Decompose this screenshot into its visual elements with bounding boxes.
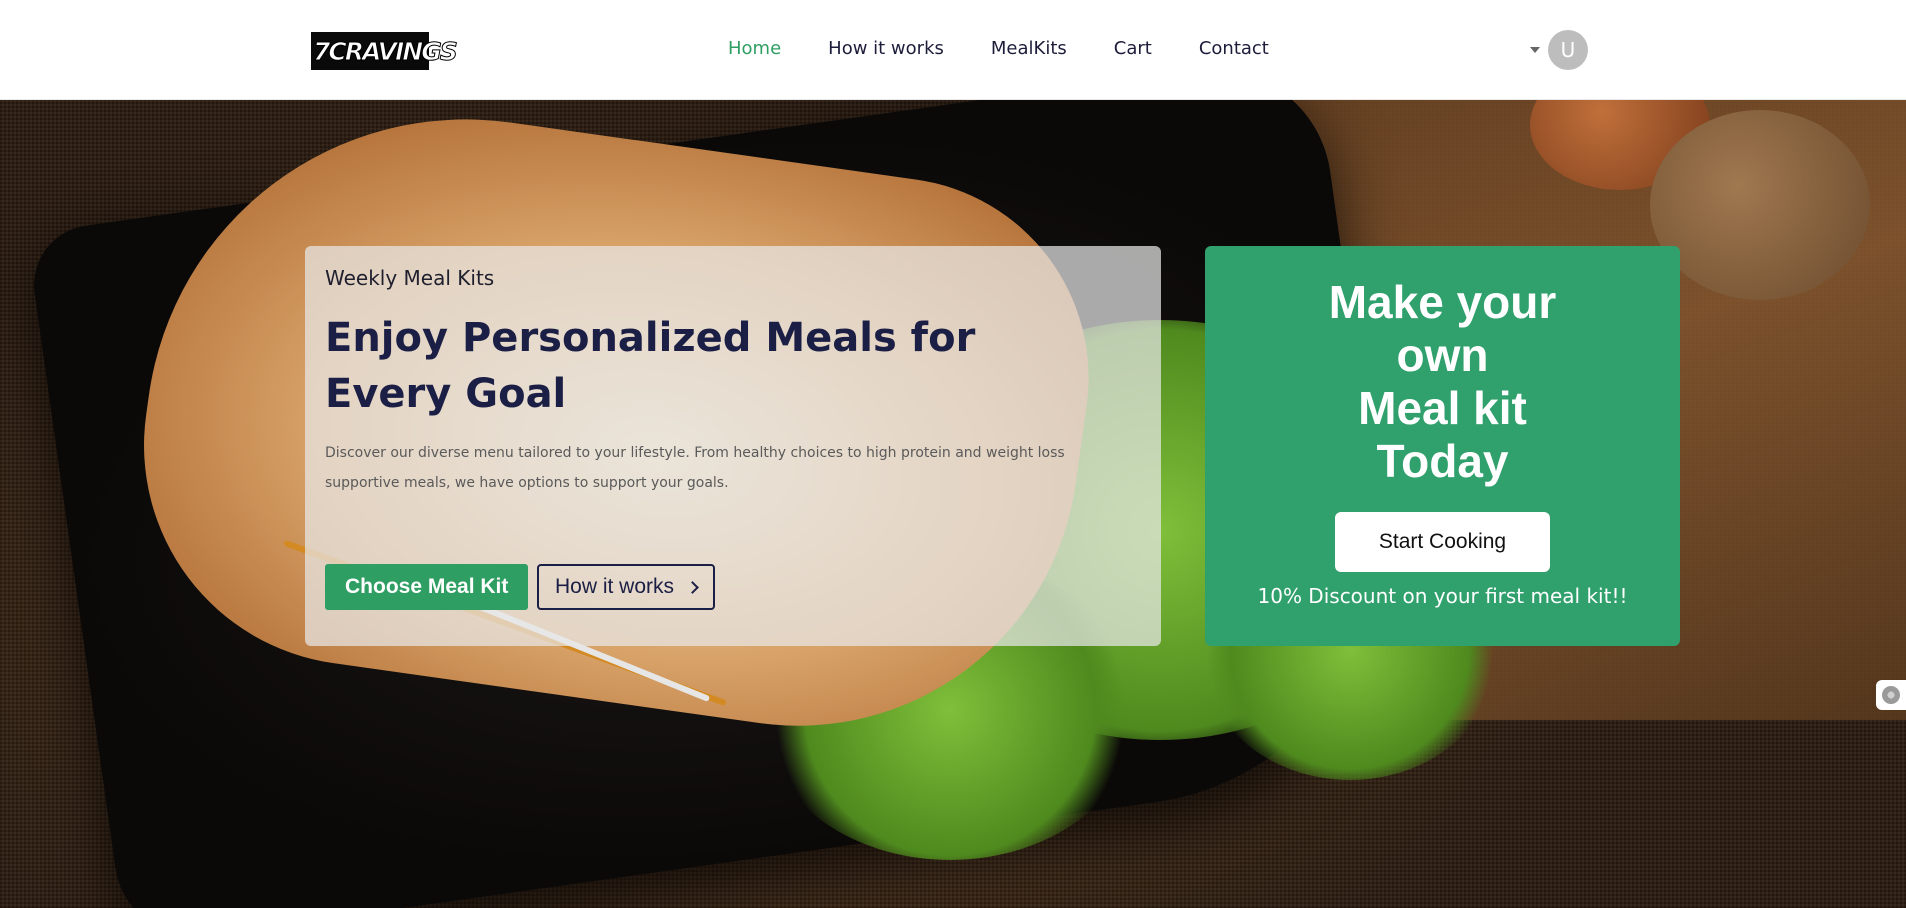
main-nav: Home How it works MealKits Cart Contact	[728, 38, 1316, 59]
potato-image	[1650, 110, 1870, 300]
promo-title-line: Make your	[1328, 276, 1557, 328]
discount-text: 10% Discount on your first meal kit!!	[1257, 584, 1628, 608]
nav-item-how-it-works[interactable]: How it works	[828, 38, 944, 59]
settings-icon[interactable]	[1882, 686, 1900, 704]
promo-title: Make your own Meal kit Today	[1205, 276, 1680, 488]
start-cooking-button[interactable]: Start Cooking	[1335, 512, 1550, 572]
nav-item-home[interactable]: Home	[728, 38, 781, 59]
promo-card: Make your own Meal kit Today Start Cooki…	[1205, 246, 1680, 646]
choose-meal-kit-button[interactable]: Choose Meal Kit	[325, 564, 529, 610]
nav-item-mealkits[interactable]: MealKits	[991, 38, 1067, 59]
side-widget[interactable]	[1876, 680, 1906, 710]
promo-title-line: Today	[1376, 435, 1509, 487]
hero-eyebrow: Weekly Meal Kits	[325, 266, 495, 290]
hero-headline: Enjoy Personalized Meals for Every Goal	[325, 315, 976, 417]
navbar: 7CRAVINGS Home How it works MealKits Car…	[0, 0, 1906, 100]
nav-item-contact[interactable]: Contact	[1199, 38, 1269, 59]
avatar[interactable]: U	[1548, 30, 1588, 70]
logo-text: 7CRAVINGS	[313, 36, 459, 66]
brand-logo[interactable]: 7CRAVINGS	[311, 32, 459, 70]
promo-title-line: own	[1396, 329, 1489, 381]
caret-down-icon[interactable]	[1530, 47, 1540, 53]
nav-item-cart[interactable]: Cart	[1114, 38, 1152, 59]
user-menu[interactable]: U	[1530, 30, 1588, 70]
how-it-works-button[interactable]: How it works	[537, 564, 716, 610]
hero-description: Discover our diverse menu tailored to yo…	[325, 445, 1065, 491]
how-it-works-button-label: How it works	[555, 575, 675, 598]
chevron-right-icon	[686, 580, 699, 594]
promo-title-line: Meal kit	[1358, 382, 1527, 434]
hero-card: Weekly Meal Kits Enjoy Personalized Meal…	[305, 246, 1161, 646]
